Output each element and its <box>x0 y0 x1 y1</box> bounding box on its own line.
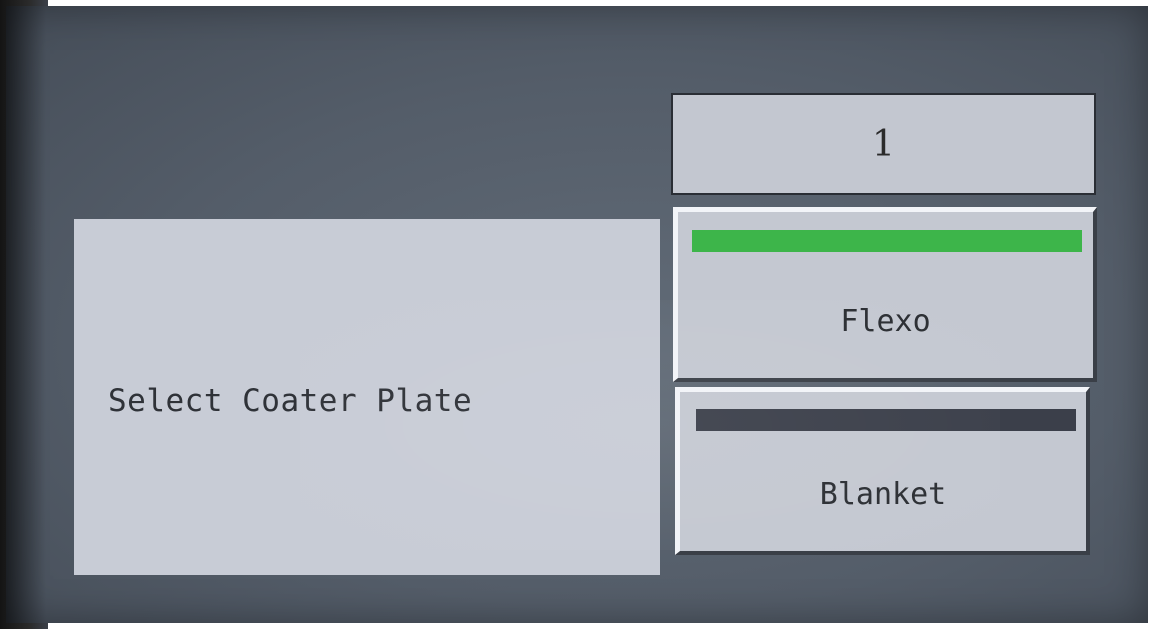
flexo-button[interactable]: Flexo <box>673 207 1097 382</box>
counter-value: 1 <box>872 123 895 165</box>
flexo-status-indicator <box>692 230 1082 252</box>
prompt-panel: Select Coater Plate <box>74 219 660 575</box>
blanket-button[interactable]: Blanket <box>675 387 1090 555</box>
blanket-status-indicator <box>696 409 1076 431</box>
prompt-label: Select Coater Plate <box>108 383 473 419</box>
photo-frame: 1 Select Coater Plate Flexo Blanket <box>0 0 1152 629</box>
blanket-button-label: Blanket <box>819 477 947 512</box>
flexo-button-label: Flexo <box>840 304 931 339</box>
screen-edge-shadow <box>6 6 46 623</box>
counter-display: 1 <box>671 93 1096 195</box>
